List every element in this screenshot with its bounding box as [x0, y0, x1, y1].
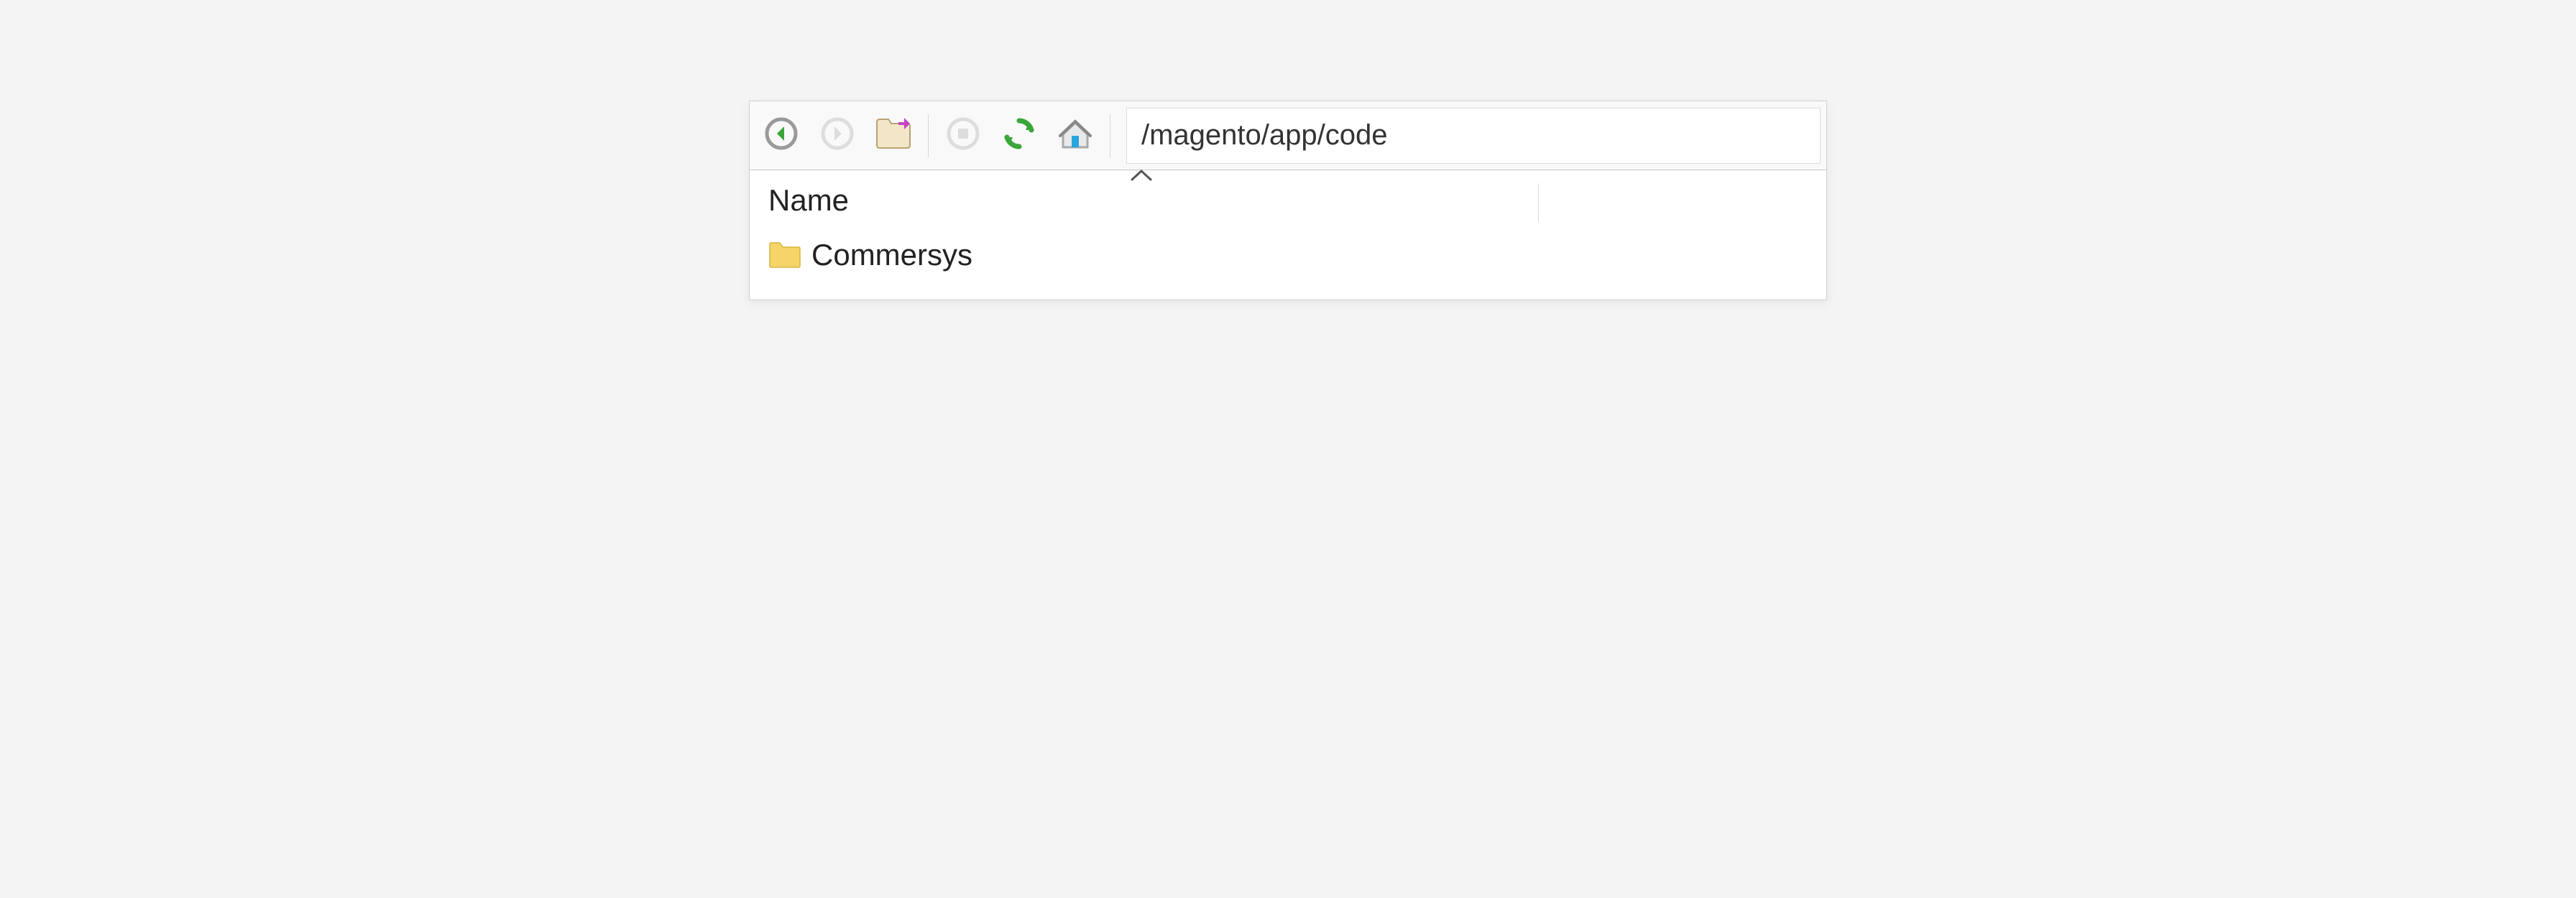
parent-directory-button[interactable] — [868, 110, 919, 162]
stop-icon — [946, 116, 980, 154]
folder-up-icon — [874, 116, 913, 154]
back-icon — [764, 116, 799, 154]
folder-icon — [768, 241, 801, 269]
column-header-name[interactable]: Name — [768, 183, 1539, 222]
path-input[interactable] — [1126, 108, 1821, 164]
home-button[interactable] — [1049, 110, 1101, 162]
list-item[interactable]: Commersys — [768, 235, 1808, 275]
file-list: Name Commersys — [750, 170, 1826, 300]
forward-icon — [820, 116, 855, 154]
forward-button[interactable] — [811, 110, 863, 162]
toolbar-separator — [928, 114, 929, 157]
refresh-button[interactable] — [993, 110, 1045, 162]
stop-button[interactable] — [937, 110, 989, 162]
file-browser-window: Name Commersys — [749, 101, 1827, 300]
back-button[interactable] — [755, 110, 807, 162]
refresh-icon — [1001, 116, 1037, 155]
column-header-label: Name — [768, 183, 849, 217]
home-icon — [1057, 116, 1093, 155]
list-item-label: Commersys — [811, 238, 972, 272]
toolbar — [750, 101, 1826, 170]
